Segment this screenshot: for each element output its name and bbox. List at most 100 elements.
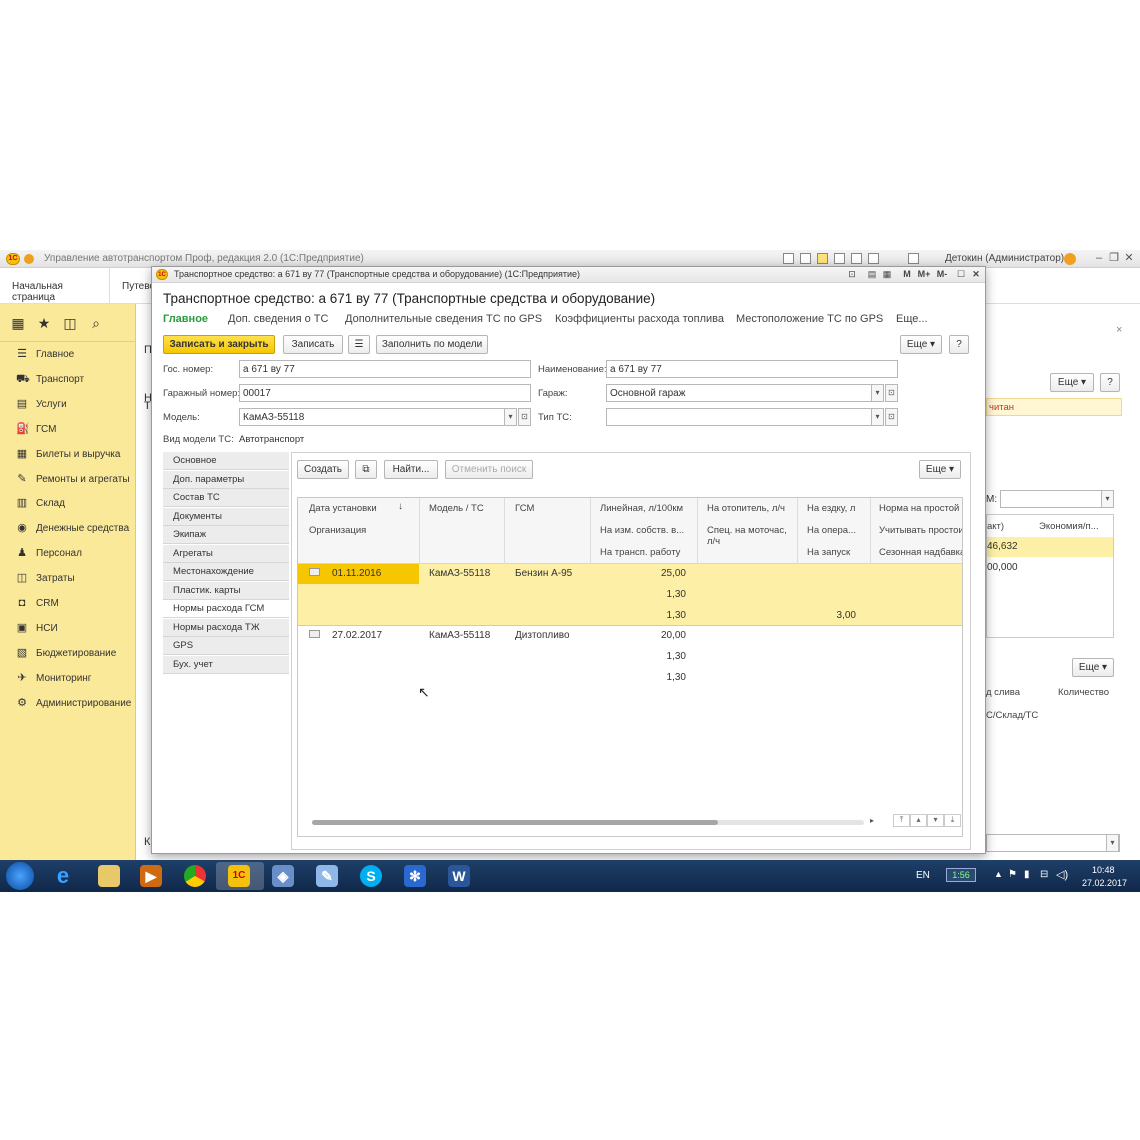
toolbar-icon[interactable] (851, 253, 862, 264)
power-icon[interactable]: ▮ (1024, 869, 1030, 880)
bg-bottom-field[interactable] (986, 834, 1120, 852)
find-button[interactable]: Найти... (384, 460, 438, 479)
calc-icon[interactable]: ▦ (880, 268, 894, 281)
sort-arrow-icon[interactable]: ↓ (398, 501, 403, 512)
taskbar-app-word[interactable]: W (436, 862, 484, 890)
taskbar-app-explorer[interactable] (86, 862, 134, 890)
tab-waybills[interactable]: Путево (110, 268, 152, 304)
list-icon[interactable]: ☰ (348, 335, 370, 354)
col-transp[interactable]: На трансп. работу (600, 547, 680, 558)
sidebar-item[interactable]: ✈ Мониторинг (0, 666, 136, 691)
col-heater[interactable]: На отопитель, л/ч (707, 503, 785, 514)
grid-icon[interactable]: ▦ (10, 315, 26, 331)
col-spec[interactable]: Спец. на моточас, л/ч (707, 525, 787, 547)
taskbar-app-media[interactable]: ▶ (128, 862, 176, 890)
toolbar-icon[interactable] (817, 253, 828, 264)
search-icon[interactable]: ⌕ (88, 315, 104, 331)
scrollbar-thumb[interactable] (312, 820, 718, 825)
nav-link-fuel-coeffs[interactable]: Коэффициенты расхода топлива (555, 313, 724, 325)
sidebar-item[interactable]: ⚙ Администрирование (0, 691, 136, 716)
section-item[interactable]: Доп. параметры (163, 470, 289, 489)
nav-link-more[interactable]: Еще... (896, 313, 928, 325)
toolbar-icon[interactable] (868, 253, 879, 264)
nav-link-extra-info[interactable]: Доп. сведения о ТС (228, 313, 328, 325)
nav-link-gps-info[interactable]: Дополнительные сведения ТС по GPS (345, 313, 542, 325)
current-user[interactable]: Детокин (Администратор) (945, 253, 1064, 264)
garage-field[interactable]: Основной гараж (606, 384, 872, 402)
section-item[interactable]: Пластик. карты (163, 581, 289, 600)
tab-home[interactable]: Начальная страница (0, 268, 110, 304)
toolbar-icon[interactable] (834, 253, 845, 264)
col-own[interactable]: На изм. собств. в... (600, 525, 684, 536)
more-button[interactable]: Еще ▾ (900, 335, 942, 354)
bg-help-button[interactable]: ? (1100, 373, 1120, 392)
sidebar-item[interactable]: ▤ Услуги (0, 392, 136, 417)
name-field[interactable]: а 671 ву 77 (606, 360, 898, 378)
col-model[interactable]: Модель / ТС (429, 503, 484, 514)
info-icon[interactable] (1064, 253, 1076, 265)
calendar-icon[interactable]: ▤ (865, 268, 879, 281)
flag-icon[interactable]: ⚑ (1008, 869, 1017, 880)
start-button[interactable] (6, 862, 34, 890)
taskbar-app-skype[interactable]: S (348, 862, 396, 890)
section-item[interactable]: Нормы расхода ГСМ (163, 600, 289, 618)
section-item[interactable]: Нормы расхода ТЖ (163, 618, 289, 637)
sidebar-item[interactable]: ▣ НСИ (0, 616, 136, 641)
taskbar-app-chrome[interactable] (172, 862, 220, 890)
copy-icon[interactable]: ⧉ (355, 460, 377, 479)
close-icon[interactable]: ✕ (969, 268, 983, 281)
section-item[interactable]: GPS (163, 637, 289, 655)
col-season[interactable]: Сезонная надбавка (879, 547, 962, 558)
sidebar-item[interactable]: ◘ CRM (0, 591, 136, 616)
prev-page-icon[interactable]: ▴ (910, 814, 927, 827)
link-icon[interactable]: ⊡ (845, 268, 859, 281)
gos-nomer-field[interactable]: а 671 ву 77 (239, 360, 531, 378)
taskbar-app-ie[interactable]: e (40, 862, 88, 890)
network-icon[interactable]: ⊟ (1040, 869, 1048, 880)
menu-circle-icon[interactable] (24, 254, 34, 264)
sidebar-item[interactable]: ♟ Персонал (0, 541, 136, 566)
sidebar-item[interactable]: ▥ Склад (0, 491, 136, 516)
chevron-down-icon[interactable]: ▾ (1101, 490, 1114, 508)
toolbar-icon[interactable] (783, 253, 794, 264)
col-idle-count[interactable]: Учитывать простои (879, 525, 962, 536)
restore-icon[interactable]: ❐ (1107, 252, 1121, 265)
next-page-icon[interactable]: ▾ (927, 814, 944, 827)
col-date[interactable]: Дата установки (309, 503, 377, 514)
save-close-button[interactable]: Записать и закрыть (163, 335, 275, 354)
open-link-icon[interactable]: ⊡ (518, 408, 531, 426)
star-icon[interactable]: ★ (36, 315, 52, 331)
battery-indicator[interactable]: 1:56 (946, 868, 976, 882)
section-item[interactable]: Бух. учет (163, 655, 289, 674)
chevron-down-icon[interactable]: ▾ (871, 408, 884, 426)
chevron-down-icon[interactable]: ▾ (871, 384, 884, 402)
sidebar-item[interactable]: ✎ Ремонты и агрегаты (0, 467, 136, 492)
taskbar-app-snow[interactable]: ✻ (392, 862, 440, 890)
fill-by-model-button[interactable]: Заполнить по модели (376, 335, 488, 354)
taskbar-app-1c[interactable]: 1С (216, 862, 264, 890)
bg-close-icon[interactable]: × (1116, 324, 1122, 336)
sidebar-item[interactable]: ☰ Главное (0, 342, 136, 367)
model-field[interactable]: КамАЗ-55118 (239, 408, 505, 426)
section-item[interactable]: Экипаж (163, 526, 289, 544)
sidebar-item[interactable]: ◉ Денежные средства (0, 516, 136, 541)
col-oper[interactable]: На опера... (807, 525, 856, 536)
col-linear[interactable]: Линейная, л/100км (600, 503, 683, 514)
save-button[interactable]: Записать (283, 335, 343, 354)
open-link-icon[interactable]: ⊡ (885, 408, 898, 426)
first-page-icon[interactable]: ⤒ (893, 814, 910, 827)
horizontal-scrollbar[interactable] (312, 820, 864, 825)
col-idle[interactable]: Норма на простой (879, 503, 959, 514)
chevron-down-icon[interactable]: ▾ (1106, 834, 1119, 852)
scroll-right-icon[interactable]: ▸ (870, 816, 874, 825)
bg-more-button[interactable]: Еще ▾ (1050, 373, 1094, 392)
type-field[interactable] (606, 408, 872, 426)
section-item[interactable]: Агрегаты (163, 544, 289, 563)
clock-time[interactable]: 10:48 (1092, 865, 1115, 875)
sidebar-item[interactable]: ◫ Затраты (0, 566, 136, 591)
bg-more2-button[interactable]: Еще ▾ (1072, 658, 1114, 677)
col-fuel[interactable]: ГСМ (515, 503, 534, 514)
sidebar-item[interactable]: ▧ Бюджетирование (0, 641, 136, 666)
create-button[interactable]: Создать (297, 460, 349, 479)
memory-plus-button[interactable]: M+ (915, 268, 933, 281)
